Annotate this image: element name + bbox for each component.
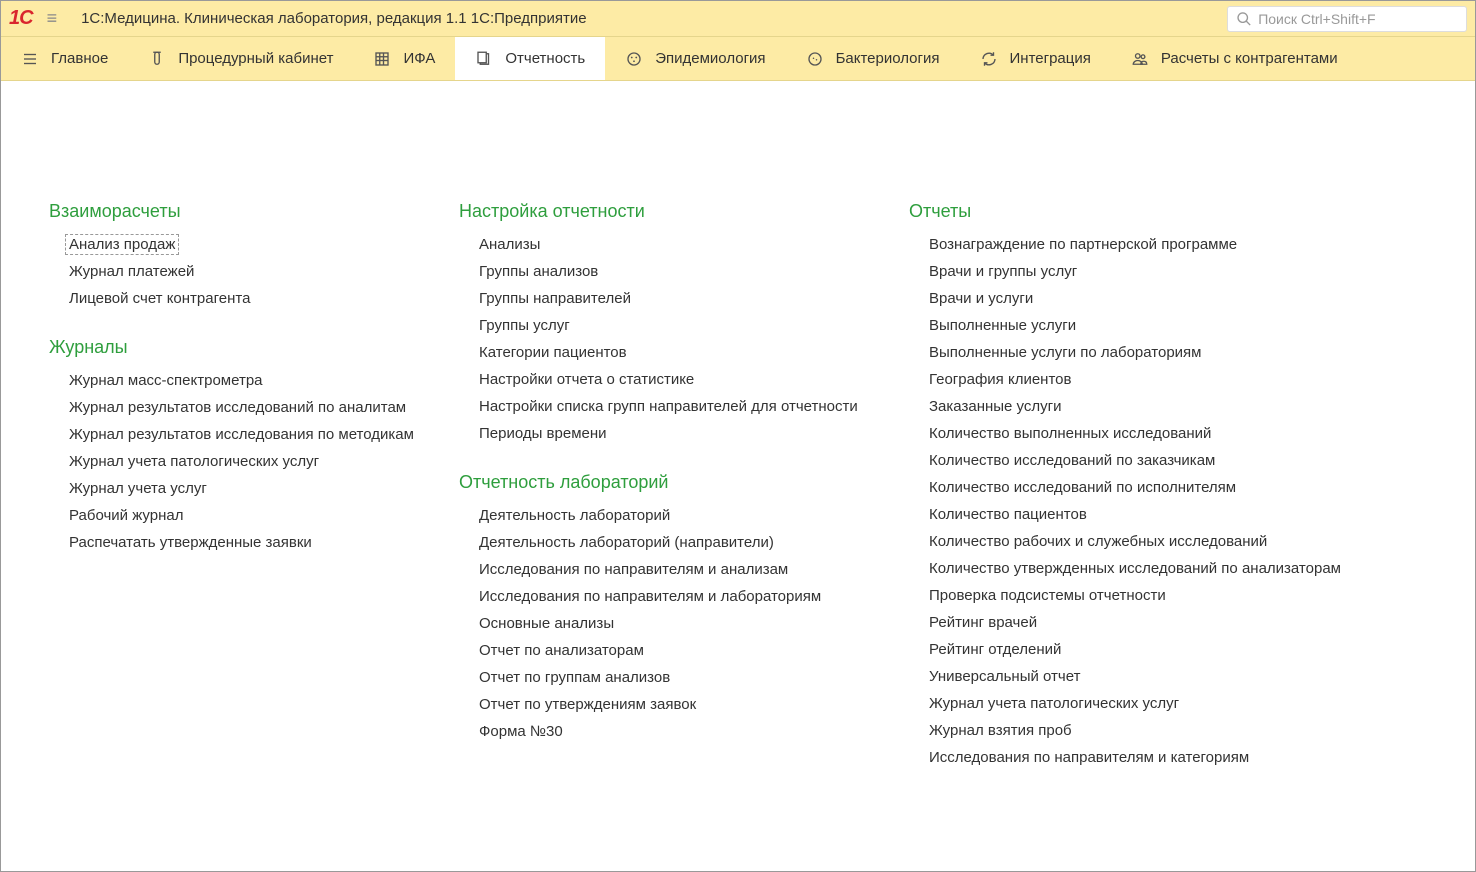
link-item[interactable]: Журнал результатов исследований по анали… — [69, 399, 406, 416]
link-item[interactable]: Деятельность лабораторий (направители) — [479, 534, 774, 551]
link-item[interactable]: Рейтинг отделений — [929, 641, 1061, 658]
links-list: Вознаграждение по партнерской программе В… — [909, 236, 1429, 766]
link-item[interactable]: Категории пациентов — [479, 344, 627, 361]
section: Настройка отчетности Анализы Группы анализ… — [459, 201, 909, 442]
nav-label: Эпидемиология — [655, 50, 765, 67]
link-item[interactable]: Отчет по анализаторам — [479, 642, 644, 659]
nav-label: Процедурный кабинет — [178, 50, 333, 67]
nav-label: Интеграция — [1010, 50, 1091, 67]
link-item[interactable]: Анализы — [479, 236, 540, 253]
nav-item-3[interactable]: Отчетность — [455, 37, 605, 80]
search-input[interactable] — [1258, 11, 1458, 27]
link-item[interactable]: Количество исследований по исполнителям — [929, 479, 1236, 496]
link-item[interactable]: Группы направителей — [479, 290, 631, 307]
titlebar: 1C ≡ 1С:Медицина. Клиническая лаборатори… — [1, 1, 1475, 37]
link-item[interactable]: Количество исследований по заказчикам — [929, 452, 1215, 469]
link-item[interactable]: Исследования по направителям и лаборатор… — [479, 588, 821, 605]
link-item[interactable]: Распечатать утвержденные заявки — [69, 534, 312, 551]
link-item[interactable]: Настройки списка групп направителей для … — [479, 398, 858, 415]
link-item[interactable]: Исследования по направителям и анализам — [479, 561, 788, 578]
link-item[interactable]: География клиентов — [929, 371, 1071, 388]
link-item[interactable]: Журнал масс-спектрометра — [69, 372, 263, 389]
link-item[interactable]: Журнал учета патологических услуг — [69, 453, 319, 470]
section: Журналы Журнал масс-спектрометра Журнал ре… — [49, 337, 459, 551]
nav-item-4[interactable]: Эпидемиология — [605, 37, 785, 80]
nav-label: ИФА — [403, 50, 435, 67]
link-item[interactable]: Выполненные услуги — [929, 317, 1076, 334]
link-item[interactable]: Периоды времени — [479, 425, 607, 442]
nav-label: Расчеты с контрагентами — [1161, 50, 1338, 67]
nav-item-0[interactable]: Главное — [1, 37, 128, 80]
content-area: Взаиморасчеты Анализ продаж Журнал платеже… — [1, 81, 1475, 871]
nav-item-5[interactable]: Бактериология — [786, 37, 960, 80]
link-item[interactable]: Врачи и группы услуг — [929, 263, 1077, 280]
link-item[interactable]: Журнал взятия проб — [929, 722, 1072, 739]
people-icon — [1131, 50, 1149, 68]
section: Взаиморасчеты Анализ продаж Журнал платеже… — [49, 201, 459, 307]
section-header[interactable]: Взаиморасчеты — [49, 201, 459, 222]
links-list: Анализы Группы анализов Группы направителе… — [459, 236, 909, 442]
links-list: Деятельность лабораторий Деятельность лаб… — [459, 507, 909, 740]
nav-item-2[interactable]: ИФА — [353, 37, 455, 80]
refresh-icon — [980, 50, 998, 68]
link-item[interactable]: Основные анализы — [479, 615, 614, 632]
link-item[interactable]: Количество пациентов — [929, 506, 1087, 523]
hamburger-icon[interactable]: ≡ — [41, 8, 64, 29]
grid-icon — [373, 50, 391, 68]
app-title: 1С:Медицина. Клиническая лаборатория, ре… — [81, 10, 586, 27]
main-nav: Главное Процедурный кабинет ИФА Отчетность Э… — [1, 37, 1475, 81]
link-item[interactable]: Лицевой счет контрагента — [69, 290, 250, 307]
nav-item-7[interactable]: Расчеты с контрагентами — [1111, 37, 1358, 80]
nav-item-1[interactable]: Процедурный кабинет — [128, 37, 353, 80]
link-item[interactable]: Проверка подсистемы отчетности — [929, 587, 1166, 604]
links-list: Анализ продаж Журнал платежей Лицевой счет… — [49, 236, 459, 307]
section: Отчеты Вознаграждение по партнерской прог… — [909, 201, 1429, 766]
link-item[interactable]: Группы услуг — [479, 317, 570, 334]
nav-item-6[interactable]: Интеграция — [960, 37, 1111, 80]
section-header[interactable]: Отчеты — [909, 201, 1429, 222]
link-item[interactable]: Количество выполненных исследований — [929, 425, 1211, 442]
link-item[interactable]: Форма №30 — [479, 723, 563, 740]
logo-area: 1C ≡ — [9, 7, 63, 30]
link-item[interactable]: Журнал платежей — [69, 263, 194, 280]
link-item[interactable]: Врачи и услуги — [929, 290, 1033, 307]
virus-icon — [625, 50, 643, 68]
link-item[interactable]: Журнал результатов исследования по метод… — [69, 426, 414, 443]
link-item[interactable]: Журнал учета патологических услуг — [929, 695, 1179, 712]
section-header[interactable]: Журналы — [49, 337, 459, 358]
link-item[interactable]: Заказанные услуги — [929, 398, 1061, 415]
logo-1c: 1C — [9, 7, 33, 30]
docs-icon — [475, 50, 493, 68]
link-item[interactable]: Рейтинг врачей — [929, 614, 1037, 631]
search-icon — [1236, 10, 1252, 28]
link-item[interactable]: Отчет по группам анализов — [479, 669, 670, 686]
link-item[interactable]: Журнал учета услуг — [69, 480, 207, 497]
column-1: Взаиморасчеты Анализ продаж Журнал платеже… — [49, 201, 459, 871]
column-3: Отчеты Вознаграждение по партнерской прог… — [909, 201, 1429, 871]
menu-icon — [21, 50, 39, 68]
link-item[interactable]: Рабочий журнал — [69, 507, 183, 524]
nav-label: Отчетность — [505, 50, 585, 67]
links-list: Журнал масс-спектрометра Журнал результат… — [49, 372, 459, 551]
column-2: Настройка отчетности Анализы Группы анализ… — [459, 201, 909, 871]
section-header[interactable]: Отчетность лабораторий — [459, 472, 909, 493]
section: Отчетность лабораторий Деятельность лабор… — [459, 472, 909, 740]
link-item[interactable]: Выполненные услуги по лабораториям — [929, 344, 1201, 361]
nav-label: Главное — [51, 50, 108, 67]
link-item[interactable]: Количество утвержденных исследований по … — [929, 560, 1341, 577]
bacteria-icon — [806, 50, 824, 68]
section-header[interactable]: Настройка отчетности — [459, 201, 909, 222]
link-item[interactable]: Настройки отчета о статистике — [479, 371, 694, 388]
tube-icon — [148, 50, 166, 68]
link-item[interactable]: Анализ продаж — [65, 234, 179, 255]
link-item[interactable]: Группы анализов — [479, 263, 598, 280]
link-item[interactable]: Универсальный отчет — [929, 668, 1080, 685]
link-item[interactable]: Исследования по направителям и категория… — [929, 749, 1249, 766]
link-item[interactable]: Деятельность лабораторий — [479, 507, 670, 524]
link-item[interactable]: Отчет по утверждениям заявок — [479, 696, 696, 713]
nav-label: Бактериология — [836, 50, 940, 67]
link-item[interactable]: Количество рабочих и служебных исследова… — [929, 533, 1267, 550]
link-item[interactable]: Вознаграждение по партнерской программе — [929, 236, 1237, 253]
search-box[interactable] — [1227, 6, 1467, 32]
